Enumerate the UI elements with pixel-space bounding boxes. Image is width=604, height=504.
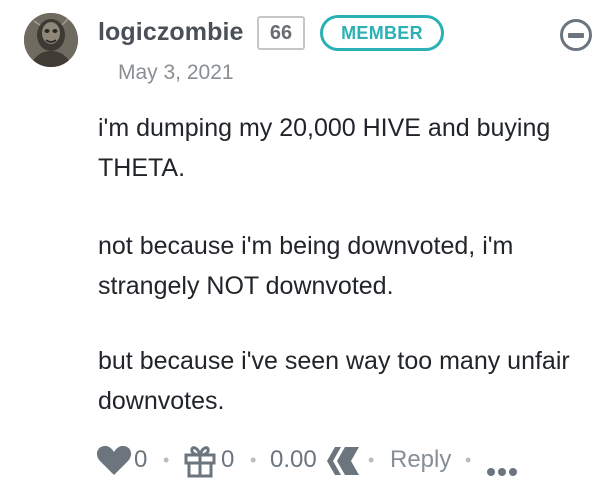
comment-footer: 0 • 0 • 0.00 • Reply • bbox=[0, 440, 604, 480]
vote-count[interactable]: 0 bbox=[134, 440, 147, 480]
comment-paragraph: i'm dumping my 20,000 HIVE and buying TH… bbox=[98, 114, 551, 182]
comment-paragraph: but because i've seen way too many unfai… bbox=[98, 347, 570, 415]
more-dots-icon[interactable] bbox=[486, 453, 518, 493]
avatar[interactable] bbox=[24, 13, 78, 67]
payout-value[interactable]: 0.00 bbox=[270, 440, 317, 480]
minus-circle-icon[interactable] bbox=[560, 19, 592, 51]
reply-button[interactable]: Reply bbox=[390, 440, 451, 480]
gift-count[interactable]: 0 bbox=[221, 440, 234, 480]
separator-dot: • bbox=[250, 450, 257, 470]
member-badge: MEMBER bbox=[320, 15, 444, 51]
hive-logo-icon bbox=[326, 446, 360, 486]
gift-icon[interactable] bbox=[183, 444, 217, 484]
separator-dot: • bbox=[163, 450, 170, 470]
separator-dot: • bbox=[465, 450, 472, 470]
author-name[interactable]: logiczombie bbox=[98, 15, 244, 49]
separator-dot: • bbox=[368, 450, 375, 470]
heart-icon[interactable] bbox=[96, 444, 132, 484]
reputation-score: 66 bbox=[257, 16, 305, 50]
comment: logiczombie 66 MEMBER May 3, 2021 i'm du… bbox=[0, 0, 604, 504]
post-date[interactable]: May 3, 2021 bbox=[118, 58, 234, 88]
comment-paragraph: not because i'm being downvoted, i'm str… bbox=[98, 232, 514, 300]
